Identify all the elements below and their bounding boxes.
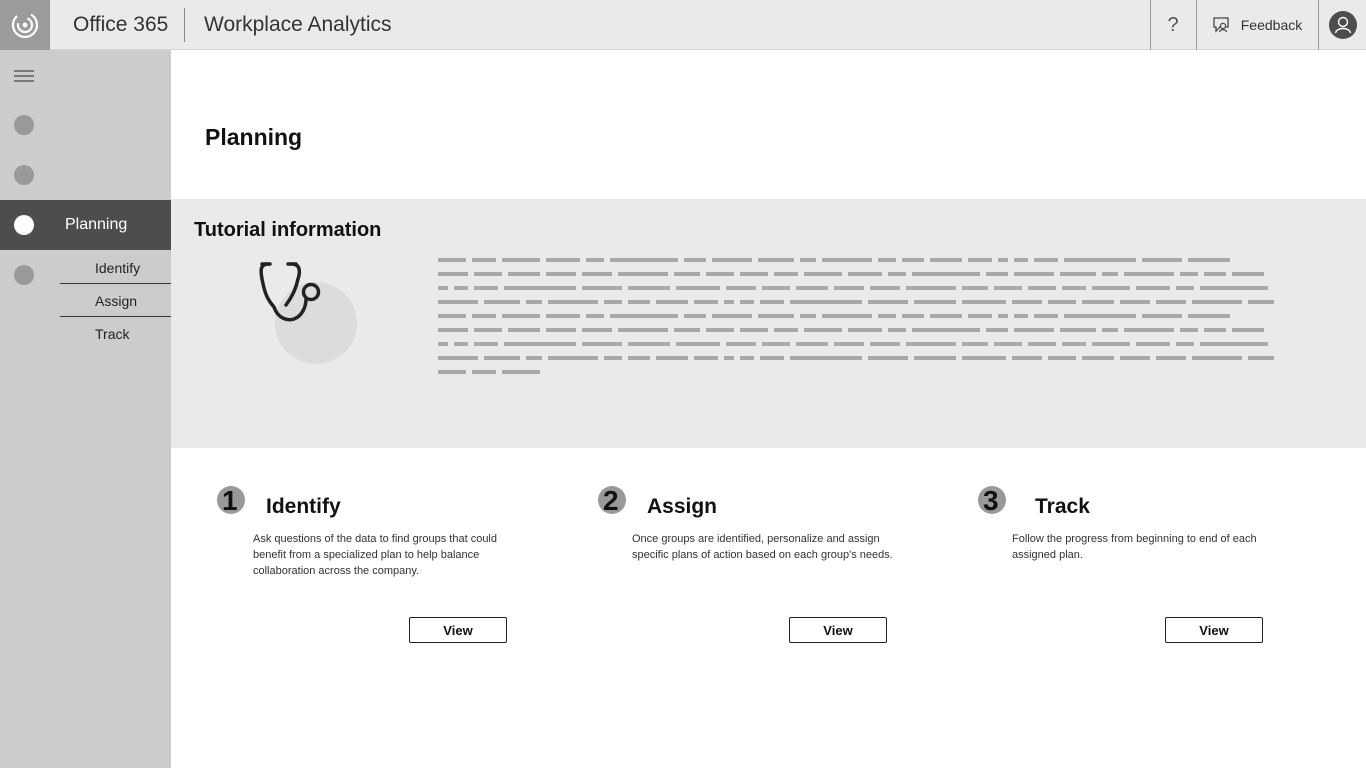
placeholder-text-line (438, 314, 1288, 318)
feedback-label: Feedback (1240, 17, 1303, 33)
step-number-badge: 1 (217, 485, 245, 516)
placeholder-text-line (438, 328, 1288, 332)
sidebar-item-planning[interactable]: Planning (0, 200, 171, 250)
sidebar-subitem-track[interactable]: Track (60, 318, 171, 350)
page-title: Planning (205, 124, 303, 150)
step-title: Assign (647, 495, 718, 518)
placeholder-text-line (438, 272, 1288, 276)
step-title: Track (1035, 495, 1090, 518)
sidebar-item-label: Planning (65, 216, 128, 233)
track-view-button[interactable]: View (1165, 617, 1263, 643)
feedback-icon (1213, 17, 1229, 33)
step-title: Identify (266, 495, 341, 518)
identify-view-button[interactable]: View (409, 617, 507, 643)
title-divider (184, 8, 185, 42)
step-number: 3 (983, 485, 999, 516)
assign-view-button[interactable]: View (789, 617, 887, 643)
placeholder-text-line (438, 370, 1288, 374)
stethoscope-icon (259, 262, 357, 364)
placeholder-text-line (438, 258, 1288, 262)
tutorial-illustration (256, 259, 366, 369)
tutorial-placeholder-text (438, 258, 1288, 384)
sidebar-item-4-icon[interactable] (14, 265, 34, 285)
step-number: 2 (603, 485, 619, 516)
step-number-badge: 2 (598, 485, 626, 516)
app-name[interactable]: Office 365 (73, 13, 168, 37)
sidebar-item-2-icon[interactable] (14, 165, 34, 185)
step-description: Once groups are identified, personalize … (632, 533, 893, 561)
toolbar-separator (1318, 0, 1319, 50)
sidebar: Planning Identify Assign Track (0, 50, 171, 768)
hamburger-menu-icon[interactable] (14, 70, 34, 84)
step-description: Ask questions of the data to find groups… (253, 533, 497, 577)
step-number: 1 (222, 485, 238, 516)
help-icon: ? (1167, 13, 1179, 36)
workplace-analytics-logo-icon (11, 11, 39, 39)
avatar-icon (1329, 11, 1357, 39)
app-launcher-logo[interactable] (0, 0, 50, 50)
step-description: Follow the progress from beginning to en… (1012, 533, 1257, 561)
placeholder-text-line (438, 300, 1288, 304)
top-bar: Office 365 Workplace Analytics ? Feedbac… (0, 0, 1366, 50)
placeholder-text-line (438, 356, 1288, 360)
sidebar-subitem-identify[interactable]: Identify (60, 252, 171, 284)
sidebar-subitem-assign[interactable]: Assign (60, 285, 171, 317)
sidebar-item-1-icon[interactable] (14, 115, 34, 135)
placeholder-text-line (438, 342, 1288, 346)
account-button[interactable] (1320, 0, 1366, 50)
tutorial-title: Tutorial information (194, 219, 382, 241)
step-number-badge: 3 (978, 485, 1006, 516)
placeholder-text-line (438, 286, 1288, 290)
help-button[interactable]: ? (1151, 0, 1195, 50)
planning-nav-icon (14, 215, 34, 235)
feedback-button[interactable]: Feedback (1197, 0, 1318, 50)
tutorial-panel: Tutorial information (171, 199, 1366, 448)
product-name: Workplace Analytics (204, 13, 392, 36)
